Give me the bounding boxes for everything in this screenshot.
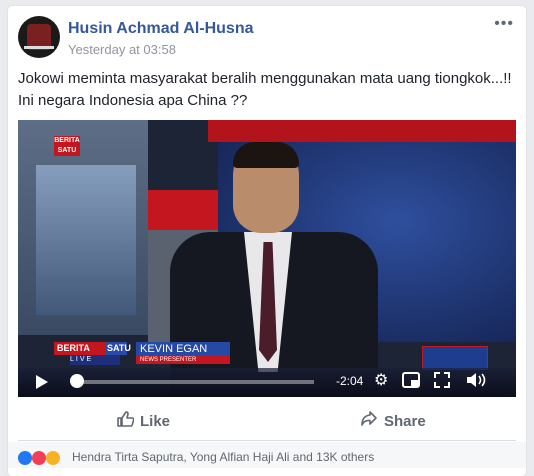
fullscreen-icon[interactable] [434, 372, 450, 393]
video-player[interactable]: BERITA SATU BERITA SATU LIVE KEVIN EGAN … [18, 120, 516, 397]
like-reaction-icon [18, 451, 32, 465]
studio-red-panel [148, 190, 218, 230]
studio-red-header [208, 120, 516, 142]
post-text-line-2: Ini negara Indonesia apa China ?? [18, 92, 248, 109]
love-reaction-icon [32, 451, 46, 465]
lower-third-name: KEVIN EGAN [136, 342, 230, 356]
post-actions: Like Share [8, 400, 526, 440]
share-label: Share [384, 412, 426, 430]
post-card: Husin Achmad Al-Husna Yesterday at 03:58… [8, 6, 526, 476]
share-button[interactable]: Share [360, 410, 426, 432]
settings-gear-icon[interactable]: ⚙ [374, 372, 388, 390]
divider [18, 440, 516, 441]
post-text-line-1: Jokowi meminta masyarakat beralih menggu… [18, 70, 512, 87]
lower-third-live: LIVE [70, 355, 120, 365]
reactions-bar[interactable]: Hendra Tirta Saputra, Yong Alfian Haji A… [8, 442, 526, 468]
channel-logo: BERITA SATU [54, 136, 80, 156]
author-avatar[interactable] [18, 16, 60, 58]
post-timestamp[interactable]: Yesterday at 03:58 [68, 42, 176, 57]
anchor-hair [233, 142, 299, 168]
play-icon[interactable] [36, 375, 48, 389]
volume-icon[interactable] [466, 372, 486, 393]
progress-knob[interactable] [69, 374, 84, 388]
share-arrow-icon [360, 410, 378, 432]
thumbs-up-icon [116, 410, 135, 432]
author-name[interactable]: Husin Achmad Al-Husna [68, 20, 254, 38]
lower-third-role: NEWS PRESENTER [136, 356, 230, 364]
haha-reaction-icon [46, 451, 60, 465]
post-text: Jokowi meminta masyarakat beralih menggu… [18, 68, 514, 112]
lower-third-brand-red: BERITA [54, 342, 105, 355]
program-logo [422, 346, 488, 370]
more-options-icon[interactable]: ••• [494, 15, 514, 33]
like-label: Like [140, 412, 171, 430]
studio-screens [36, 165, 136, 315]
picture-in-picture-icon[interactable] [402, 372, 420, 393]
like-button[interactable]: Like [116, 410, 170, 432]
remaining-time: -2:04 [336, 374, 364, 388]
progress-track[interactable] [72, 380, 314, 384]
lower-third-brand-blue: SATU [105, 342, 131, 355]
